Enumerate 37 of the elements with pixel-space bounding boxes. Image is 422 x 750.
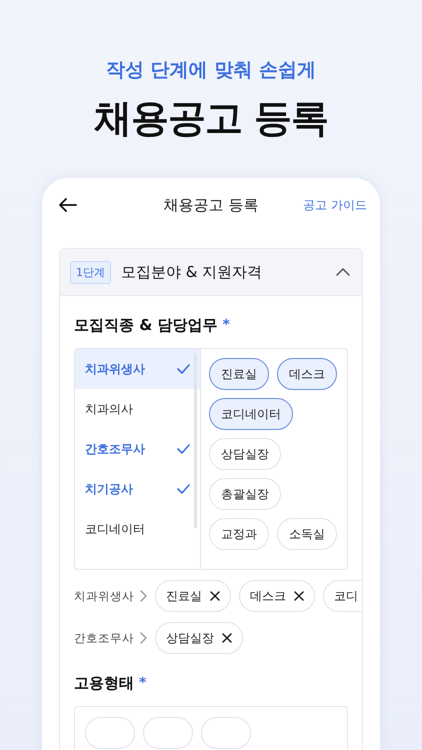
duty-chip[interactable]: 진료실 xyxy=(209,358,269,390)
step-badge: 1단계 xyxy=(70,260,111,284)
step-header[interactable]: 1단계 모집분야 & 지원자격 xyxy=(60,249,362,296)
selected-chip[interactable]: 데스크 xyxy=(239,580,315,612)
required-mark: * xyxy=(222,317,230,333)
selected-chip[interactable]: 진료실 xyxy=(155,580,231,612)
selected-chip[interactable]: 상담실장 xyxy=(155,622,243,654)
section-label: 모집직종 & 담당업무 xyxy=(74,316,218,334)
close-icon[interactable] xyxy=(210,591,220,601)
job-item[interactable]: 치과위생사 xyxy=(75,349,200,389)
screen-title: 채용공고 등록 xyxy=(164,196,258,214)
chevron-right-icon xyxy=(140,632,147,644)
check-icon xyxy=(177,484,190,494)
selected-chip[interactable]: 코디 xyxy=(323,580,362,612)
duty-chip[interactable]: 상담실장 xyxy=(209,438,281,470)
job-label: 치과위생사 xyxy=(74,588,132,604)
promo-title: 채용공고 등록 xyxy=(94,95,328,141)
chevron-right-icon xyxy=(140,590,147,602)
promo-subtitle: 작성 단계에 맞춰 손쉽게 xyxy=(106,58,316,83)
duty-chip[interactable]: 데스크 xyxy=(277,358,337,390)
job-item[interactable]: 코디네이터 xyxy=(75,509,200,549)
check-icon xyxy=(177,444,190,454)
job-label: 간호조무사 xyxy=(74,630,132,646)
section-label: 고용형태 xyxy=(74,674,134,692)
required-mark: * xyxy=(139,675,146,691)
job-item[interactable]: 치기공사 xyxy=(75,469,200,509)
check-icon xyxy=(177,364,190,374)
step-title: 모집분야 & 지원자격 xyxy=(121,262,264,282)
duty-chip[interactable]: 코디네이터 xyxy=(209,398,293,430)
close-icon[interactable] xyxy=(294,591,304,601)
back-arrow-icon xyxy=(59,198,77,212)
duty-chip[interactable]: 소독실 xyxy=(277,518,337,550)
close-icon[interactable] xyxy=(222,633,232,643)
job-item[interactable]: 간호조무사 xyxy=(75,429,200,469)
duty-chip[interactable]: 교정과 xyxy=(209,518,269,550)
job-item[interactable]: 치과의사 xyxy=(75,389,200,429)
duty-chip[interactable]: 총괄실장 xyxy=(209,478,281,510)
